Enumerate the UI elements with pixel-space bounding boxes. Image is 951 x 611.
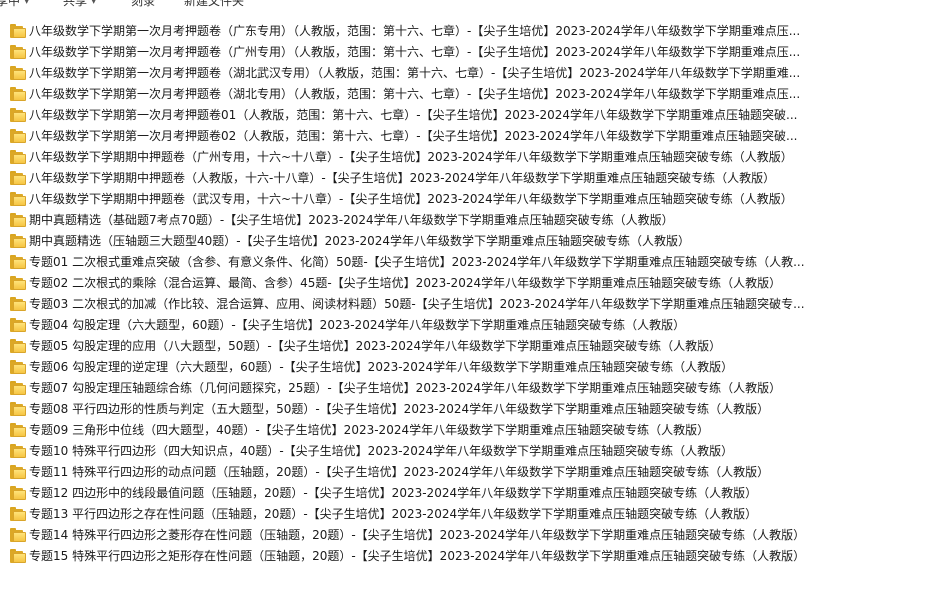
folder-icon — [10, 276, 26, 290]
folder-icon — [10, 528, 26, 542]
folder-name: 专题13 平行四边形之存在性问题（压轴题，20题）-【尖子生培优】2023-20… — [29, 507, 758, 521]
folder-name: 八年级数学下学期期中押题卷（人教版，十六-十八章）-【尖子生培优】2023-20… — [29, 171, 776, 185]
folder-list-item[interactable]: 专题09 三角形中位线（四大题型，40题）-【尖子生培优】2023-2024学年… — [0, 420, 951, 441]
folder-name: 专题11 特殊平行四边形的动点问题（压轴题，20题）-【尖子生培优】2023-2… — [29, 465, 770, 479]
file-list: 八年级数学下学期第一次月考押题卷（广东专用）（人教版，范围：第十六、七章）-【尖… — [0, 21, 951, 567]
folder-list-item[interactable]: 八年级数学下学期第一次月考押题卷（广州专用）（人教版，范围：第十六、七章）-【尖… — [0, 42, 951, 63]
folder-list-item[interactable]: 八年级数学下学期第一次月考押题卷（湖北武汉专用）（人教版，范围：第十六、七章）-… — [0, 63, 951, 84]
folder-list-item[interactable]: 八年级数学下学期期中押题卷（武汉专用，十六~十八章）-【尖子生培优】2023-2… — [0, 189, 951, 210]
folder-name: 专题03 二次根式的加减（作比较、混合运算、应用、阅读材料题）50题-【尖子生培… — [29, 297, 805, 311]
folder-list-item[interactable]: 八年级数学下学期期中押题卷（人教版，十六-十八章）-【尖子生培优】2023-20… — [0, 168, 951, 189]
folder-list-item[interactable]: 专题05 勾股定理的应用（八大题型，50题）-【尖子生培优】2023-2024学… — [0, 336, 951, 357]
folder-icon — [10, 297, 26, 311]
folder-name: 专题06 勾股定理的逆定理（六大题型，60题）-【尖子生培优】2023-2024… — [29, 360, 734, 374]
folder-list-item[interactable]: 专题04 勾股定理（六大题型，60题）-【尖子生培优】2023-2024学年八年… — [0, 315, 951, 336]
folder-icon — [10, 129, 26, 143]
folder-name: 专题10 特殊平行四边形（四大知识点，40题）-【尖子生培优】2023-2024… — [29, 444, 734, 458]
folder-icon — [10, 486, 26, 500]
folder-icon — [10, 402, 26, 416]
folder-list-item[interactable]: 专题01 二次根式重难点突破（含参、有意义条件、化简）50题-【尖子生培优】20… — [0, 252, 951, 273]
folder-name: 八年级数学下学期第一次月考押题卷02（人教版，范围：第十六、七章）-【尖子生培优… — [29, 129, 798, 143]
folder-icon — [10, 549, 26, 563]
folder-list-item[interactable]: 八年级数学下学期第一次月考押题卷01（人教版，范围：第十六、七章）-【尖子生培优… — [0, 105, 951, 126]
folder-icon — [10, 423, 26, 437]
folder-list-item[interactable]: 期中真题精选（压轴题三大题型40题）-【尖子生培优】2023-2024学年八年级… — [0, 231, 951, 252]
folder-list-item[interactable]: 专题12 四边形中的线段最值问题（压轴题，20题）-【尖子生培优】2023-20… — [0, 483, 951, 504]
folder-list-item[interactable]: 专题03 二次根式的加减（作比较、混合运算、应用、阅读材料题）50题-【尖子生培… — [0, 294, 951, 315]
chevron-down-icon: ▼ — [91, 0, 97, 5]
folder-list-item[interactable]: 专题08 平行四边形的性质与判定（五大题型，50题）-【尖子生培优】2023-2… — [0, 399, 951, 420]
folder-list-item[interactable]: 八年级数学下学期第一次月考押题卷（广东专用）（人教版，范围：第十六、七章）-【尖… — [0, 21, 951, 42]
toolbar-item-0[interactable]: 享中 ▼ — [0, 0, 29, 9]
toolbar-item-label: 共享 — [63, 0, 88, 8]
folder-icon — [10, 66, 26, 80]
folder-name: 期中真题精选（压轴题三大题型40题）-【尖子生培优】2023-2024学年八年级… — [29, 234, 691, 248]
folder-name: 八年级数学下学期期中押题卷（广州专用，十六~十八章）-【尖子生培优】2023-2… — [29, 150, 793, 164]
folder-name: 八年级数学下学期第一次月考押题卷（广东专用）（人教版，范围：第十六、七章）-【尖… — [29, 24, 801, 38]
folder-name: 八年级数学下学期第一次月考押题卷（湖北武汉专用）（人教版，范围：第十六、七章）-… — [29, 66, 801, 80]
folder-list-item[interactable]: 专题06 勾股定理的逆定理（六大题型，60题）-【尖子生培优】2023-2024… — [0, 357, 951, 378]
folder-icon — [10, 465, 26, 479]
folder-name: 八年级数学下学期第一次月考押题卷（湖北专用）（人教版，范围：第十六、七章）-【尖… — [29, 87, 801, 101]
folder-icon — [10, 339, 26, 353]
folder-icon — [10, 360, 26, 374]
folder-name: 专题09 三角形中位线（四大题型，40题）-【尖子生培优】2023-2024学年… — [29, 423, 710, 437]
folder-icon — [10, 381, 26, 395]
chevron-down-icon: ▼ — [24, 0, 30, 5]
folder-name: 专题02 二次根式的乘除（混合运算、最简、含参）45题-【尖子生培优】2023-… — [29, 276, 782, 290]
folder-name: 八年级数学下学期第一次月考押题卷（广州专用）（人教版，范围：第十六、七章）-【尖… — [29, 45, 801, 59]
folder-list-item[interactable]: 专题15 特殊平行四边形之矩形存在性问题（压轴题，20题）-【尖子生培优】202… — [0, 546, 951, 567]
folder-icon — [10, 507, 26, 521]
folder-name: 期中真题精选（基础题7考点70题）-【尖子生培优】2023-2024学年八年级数… — [29, 213, 674, 227]
folder-name: 八年级数学下学期期中押题卷（武汉专用，十六~十八章）-【尖子生培优】2023-2… — [29, 192, 793, 206]
toolbar-item-label: 刻录 — [131, 0, 156, 8]
folder-icon — [10, 234, 26, 248]
folder-name: 专题07 勾股定理压轴题综合练（几何问题探究，25题）-【尖子生培优】2023-… — [29, 381, 782, 395]
toolbar-item-label: 新建文件夹 — [184, 0, 245, 8]
folder-list-item[interactable]: 期中真题精选（基础题7考点70题）-【尖子生培优】2023-2024学年八年级数… — [0, 210, 951, 231]
folder-icon — [10, 150, 26, 164]
folder-name: 专题08 平行四边形的性质与判定（五大题型，50题）-【尖子生培优】2023-2… — [29, 402, 770, 416]
folder-list-item[interactable]: 专题14 特殊平行四边形之菱形存在性问题（压轴题，20题）-【尖子生培优】202… — [0, 525, 951, 546]
folder-icon — [10, 45, 26, 59]
folder-icon — [10, 444, 26, 458]
folder-list-item[interactable]: 八年级数学下学期第一次月考押题卷02（人教版，范围：第十六、七章）-【尖子生培优… — [0, 126, 951, 147]
folder-icon — [10, 108, 26, 122]
folder-list-item[interactable]: 专题13 平行四边形之存在性问题（压轴题，20题）-【尖子生培优】2023-20… — [0, 504, 951, 525]
folder-name: 专题14 特殊平行四边形之菱形存在性问题（压轴题，20题）-【尖子生培优】202… — [29, 528, 806, 542]
folder-icon — [10, 192, 26, 206]
new-folder-button[interactable]: 新建文件夹 — [184, 0, 244, 9]
burn-button[interactable]: 刻录 — [131, 0, 155, 9]
folder-icon — [10, 318, 26, 332]
folder-list-item[interactable]: 八年级数学下学期第一次月考押题卷（湖北专用）（人教版，范围：第十六、七章）-【尖… — [0, 84, 951, 105]
folder-name: 专题05 勾股定理的应用（八大题型，50题）-【尖子生培优】2023-2024学… — [29, 339, 722, 353]
folder-icon — [10, 24, 26, 38]
folder-icon — [10, 87, 26, 101]
folder-icon — [10, 255, 26, 269]
toolbar-item-label: 享中 — [0, 0, 21, 8]
folder-name: 八年级数学下学期第一次月考押题卷01（人教版，范围：第十六、七章）-【尖子生培优… — [29, 108, 798, 122]
folder-list-item[interactable]: 专题10 特殊平行四边形（四大知识点，40题）-【尖子生培优】2023-2024… — [0, 441, 951, 462]
folder-name: 专题01 二次根式重难点突破（含参、有意义条件、化简）50题-【尖子生培优】20… — [29, 255, 805, 269]
explorer-toolbar: 享中 ▼ 共享 ▼ 刻录 新建文件夹 — [0, 0, 951, 12]
share-button[interactable]: 共享 ▼ — [63, 0, 96, 9]
folder-list-item[interactable]: 专题02 二次根式的乘除（混合运算、最简、含参）45题-【尖子生培优】2023-… — [0, 273, 951, 294]
folder-name: 专题12 四边形中的线段最值问题（压轴题，20题）-【尖子生培优】2023-20… — [29, 486, 758, 500]
folder-name: 专题04 勾股定理（六大题型，60题）-【尖子生培优】2023-2024学年八年… — [29, 318, 686, 332]
folder-icon — [10, 171, 26, 185]
folder-list-item[interactable]: 专题07 勾股定理压轴题综合练（几何问题探究，25题）-【尖子生培优】2023-… — [0, 378, 951, 399]
folder-list-item[interactable]: 专题11 特殊平行四边形的动点问题（压轴题，20题）-【尖子生培优】2023-2… — [0, 462, 951, 483]
folder-list-item[interactable]: 八年级数学下学期期中押题卷（广州专用，十六~十八章）-【尖子生培优】2023-2… — [0, 147, 951, 168]
folder-icon — [10, 213, 26, 227]
folder-name: 专题15 特殊平行四边形之矩形存在性问题（压轴题，20题）-【尖子生培优】202… — [29, 549, 806, 563]
